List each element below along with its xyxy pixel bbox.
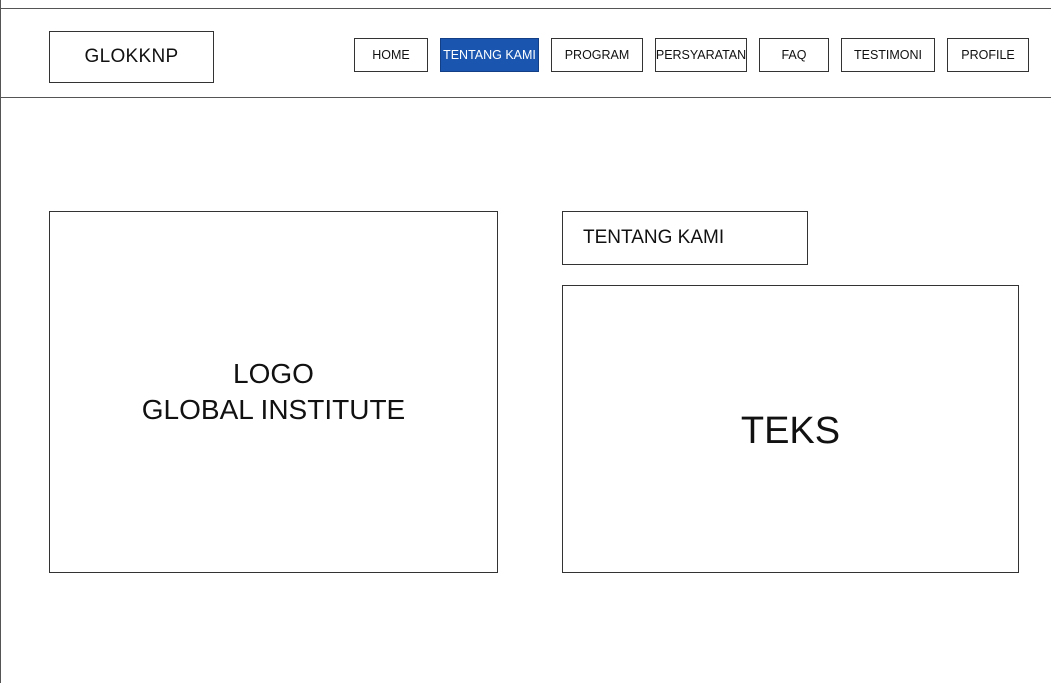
nav-tentang-kami-button[interactable]: TENTANG KAMI xyxy=(440,38,539,72)
logo-line-1: LOGO xyxy=(233,358,314,389)
nav-testimoni-button[interactable]: TESTIMONI xyxy=(841,38,935,72)
logo-line-2: GLOBAL INSTITUTE xyxy=(141,394,406,425)
section-title: TENTANG KAMI xyxy=(562,211,808,265)
nav-faq-button[interactable]: FAQ xyxy=(759,38,829,72)
nav-profile-button[interactable]: PROFILE xyxy=(947,38,1029,72)
nav-persyaratan-button[interactable]: PERSYARATAN xyxy=(655,38,747,72)
logo-placeholder: LOGO GLOBAL INSTITUTE xyxy=(49,211,498,573)
page: GLOKKNP HOME TENTANG KAMI PROGRAM PERSYA… xyxy=(0,0,1051,683)
text-content-placeholder: TEKS xyxy=(562,285,1019,573)
nav-home-button[interactable]: HOME xyxy=(354,38,428,72)
header-bar: GLOKKNP HOME TENTANG KAMI PROGRAM PERSYA… xyxy=(1,8,1051,98)
nav-program-button[interactable]: PROGRAM xyxy=(551,38,643,72)
brand-logo-button[interactable]: GLOKKNP xyxy=(49,31,214,83)
